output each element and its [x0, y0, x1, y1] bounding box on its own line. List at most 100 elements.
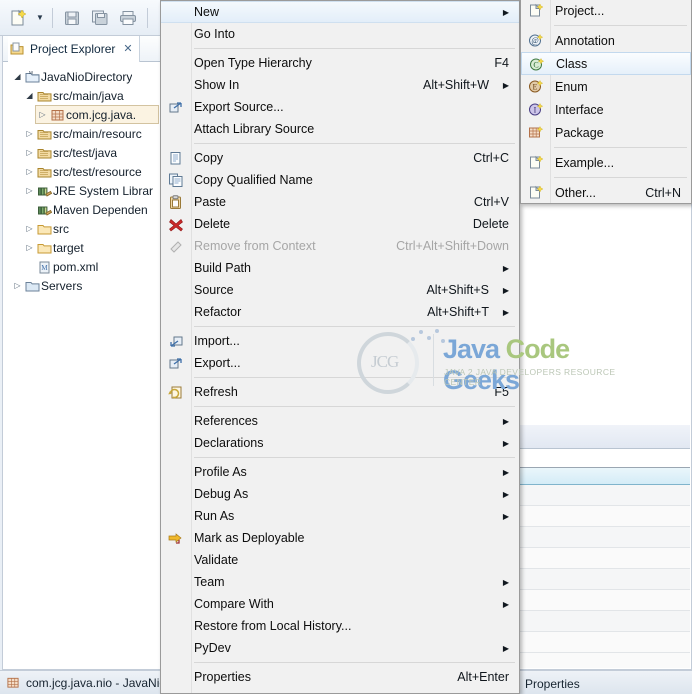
chevron-right-icon[interactable]: ▷	[23, 148, 36, 157]
context-menu-items: New ▶ Go Into Open Type Hierarchy F4 Sho…	[161, 1, 519, 688]
tree-item-src[interactable]: ▷ src	[3, 219, 161, 238]
source-folder-icon	[36, 146, 53, 160]
menu-item-paste[interactable]: Paste Ctrl+V	[161, 191, 519, 213]
menu-item-export-source[interactable]: Export Source...	[161, 96, 519, 118]
menu-item-copy[interactable]: Copy Ctrl+C	[161, 147, 519, 169]
menu-item-restore-from-local-history[interactable]: Restore from Local History...	[161, 615, 519, 637]
menu-item-mark-as-deployable[interactable]: Mark as Deployable	[161, 527, 519, 549]
delete-icon	[166, 215, 186, 233]
svg-text:E: E	[533, 82, 538, 91]
menu-item-validate[interactable]: Validate	[161, 549, 519, 571]
menu-item-compare-with[interactable]: Compare With ▶	[161, 593, 519, 615]
tree-item-label: src/test/java	[53, 145, 118, 160]
chevron-right-icon[interactable]: ▷	[23, 167, 36, 176]
watermark-dots	[409, 327, 449, 349]
menu-item-declarations[interactable]: Declarations ▶	[161, 432, 519, 454]
new-dropdown-caret-icon[interactable]: ▼	[34, 6, 46, 30]
new-menu-item-annotation[interactable]: @ Annotation	[521, 29, 691, 52]
new-menu-item-class[interactable]: C Class	[521, 52, 691, 75]
menu-item-debug-as[interactable]: Debug As ▶	[161, 483, 519, 505]
print-icon[interactable]	[115, 5, 141, 31]
new-wizard-icon[interactable]	[6, 5, 32, 31]
menu-item-accelerator: Delete	[472, 217, 509, 231]
menu-item-label: Interface	[555, 102, 604, 117]
menu-item-label: Project...	[555, 3, 605, 18]
tree-item-com-jcg-java[interactable]: ▷ com.jcg.java.	[35, 105, 159, 124]
menu-item-label: Export Source...	[194, 100, 284, 114]
tree-item-pom-xml[interactable]: M pom.xml	[3, 257, 161, 276]
chevron-down-icon[interactable]: ◢	[11, 72, 24, 81]
menu-item-accelerator: Ctrl+V	[473, 195, 509, 209]
source-folder-icon	[36, 89, 53, 103]
menu-item-build-path[interactable]: Build Path ▶	[161, 257, 519, 279]
submenu-arrow-icon: ▶	[502, 80, 509, 90]
chevron-right-icon[interactable]: ▷	[23, 224, 36, 233]
chevron-right-icon[interactable]: ▷	[23, 186, 36, 195]
project-explorer-tab-label: Project Explorer	[30, 41, 116, 56]
save-all-icon[interactable]	[87, 5, 113, 31]
menu-item-show-in[interactable]: Show In Alt+Shift+W ▶	[161, 74, 519, 96]
menu-item-attach-library-source[interactable]: Attach Library Source	[161, 118, 519, 140]
new-menu-item-other[interactable]: Other... Ctrl+N	[521, 181, 691, 204]
tree-item-label: src/main/resourc	[53, 126, 142, 141]
menu-item-references[interactable]: References ▶	[161, 410, 519, 432]
menu-item-new[interactable]: New ▶	[161, 1, 519, 23]
tree-item-maven-dependencies[interactable]: Maven Dependen	[3, 200, 161, 219]
menu-item-accelerator: F5	[494, 385, 509, 399]
submenu-arrow-icon: ▶	[502, 467, 509, 477]
menu-item-team[interactable]: Team ▶	[161, 571, 519, 593]
menu-item-open-type-hierarchy[interactable]: Open Type Hierarchy F4	[161, 52, 519, 74]
menu-item-export[interactable]: Export...	[161, 352, 519, 374]
menu-item-label: Remove from Context	[194, 239, 316, 253]
menu-item-refactor[interactable]: Refactor Alt+Shift+T ▶	[161, 301, 519, 323]
menu-item-refresh[interactable]: Refresh F5	[161, 381, 519, 403]
menu-item-pydev[interactable]: PyDev ▶	[161, 637, 519, 659]
tree-item-src-main-java[interactable]: ◢ src/main/java	[3, 86, 161, 105]
close-icon[interactable]: ✕	[123, 42, 132, 55]
menu-item-remove-from-context: Remove from Context Ctrl+Alt+Shift+Down	[161, 235, 519, 257]
export-icon	[166, 354, 186, 372]
new-menu-item-package[interactable]: Package	[521, 121, 691, 144]
tree-item-src-main-resources[interactable]: ▷ src/main/resourc	[3, 124, 161, 143]
folder-icon	[24, 279, 41, 293]
menu-item-label: Declarations	[194, 436, 264, 450]
menu-item-accelerator: Alt+Shift+S	[426, 283, 489, 297]
package-icon	[6, 676, 20, 689]
toolbar-separator-2	[147, 7, 148, 28]
new-menu-item-interface[interactable]: I Interface	[521, 98, 691, 121]
save-icon[interactable]	[59, 5, 85, 31]
new-menu-item-enum[interactable]: E Enum	[521, 75, 691, 98]
menu-item-label: References	[194, 414, 258, 428]
menu-item-label: Example...	[555, 155, 615, 170]
new-menu-item-example[interactable]: Example...	[521, 151, 691, 174]
tab-project-explorer[interactable]: Project Explorer ✕	[8, 35, 140, 62]
chevron-down-icon[interactable]: ◢	[23, 91, 36, 100]
menu-item-run-as[interactable]: Run As ▶	[161, 505, 519, 527]
menu-item-delete[interactable]: Delete Delete	[161, 213, 519, 235]
menu-item-label: Class	[556, 56, 588, 71]
menu-separator	[554, 147, 687, 148]
menu-item-copy-qualified-name[interactable]: Copy Qualified Name	[161, 169, 519, 191]
menu-item-import[interactable]: Import...	[161, 330, 519, 352]
menu-item-properties[interactable]: Properties Alt+Enter	[161, 666, 519, 688]
menu-item-label: Mark as Deployable	[194, 531, 305, 545]
tree-item-servers[interactable]: ▷ Servers	[3, 276, 161, 295]
svg-text:C: C	[533, 60, 538, 69]
chevron-right-icon[interactable]: ▷	[36, 110, 49, 119]
menu-item-profile-as[interactable]: Profile As ▶	[161, 461, 519, 483]
menu-separator	[194, 457, 515, 458]
refresh-icon	[166, 383, 186, 401]
chevron-right-icon[interactable]: ▷	[23, 243, 36, 252]
tree-item-javaniodirectory[interactable]: ◢ M JavaNioDirectory	[3, 67, 161, 86]
chevron-right-icon[interactable]: ▷	[11, 281, 24, 290]
menu-item-source[interactable]: Source Alt+Shift+S ▶	[161, 279, 519, 301]
tree-item-src-test-resources[interactable]: ▷ src/test/resource	[3, 162, 161, 181]
menu-item-accelerator: Alt+Shift+T	[427, 305, 489, 319]
project-explorer-icon	[10, 42, 25, 56]
tree-item-jre-system-library[interactable]: ▷ JRE System Librar	[3, 181, 161, 200]
tree-item-target[interactable]: ▷ target	[3, 238, 161, 257]
tree-item-src-test-java[interactable]: ▷ src/test/java	[3, 143, 161, 162]
chevron-right-icon[interactable]: ▷	[23, 129, 36, 138]
new-menu-item-project[interactable]: Project...	[521, 0, 691, 22]
menu-item-go-into[interactable]: Go Into	[161, 23, 519, 45]
